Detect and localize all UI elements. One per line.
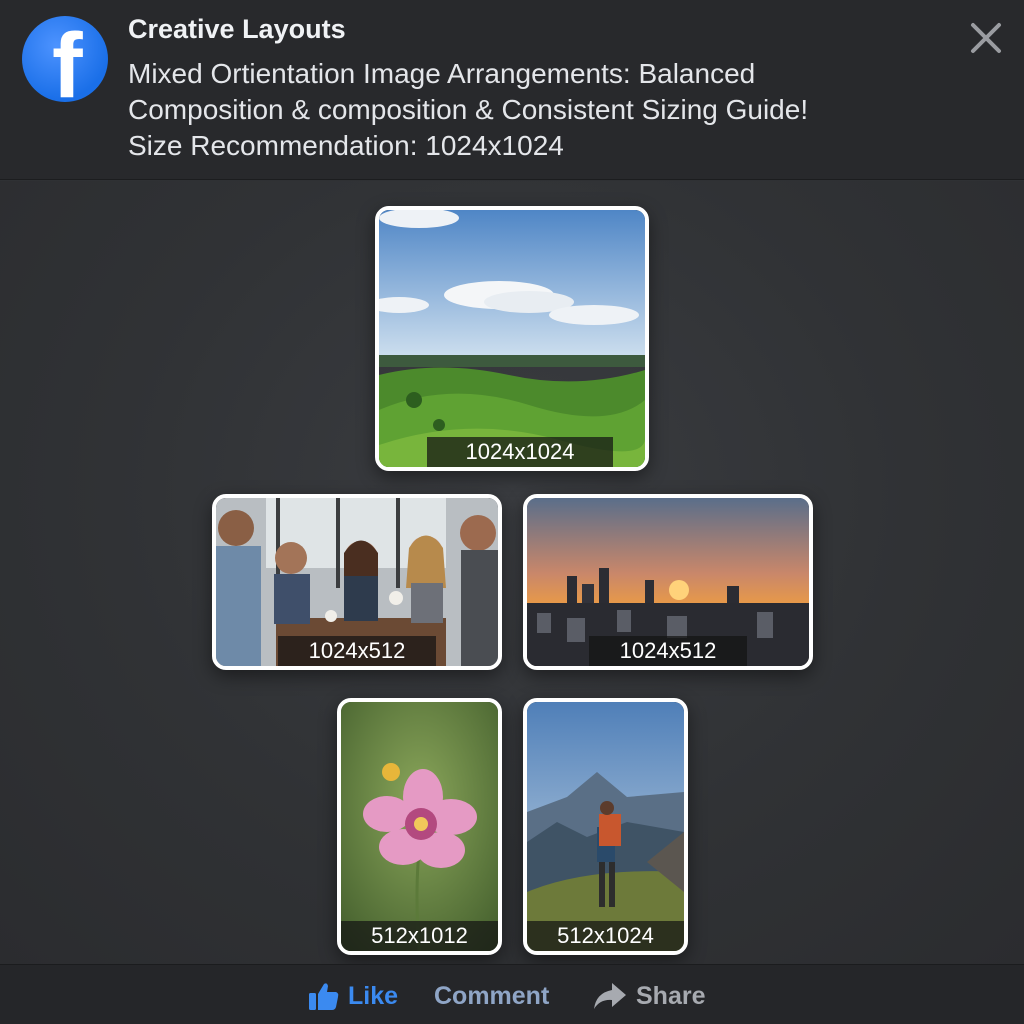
image-size-label: 512x1024 [527, 921, 684, 951]
facebook-logo-icon[interactable]: f [22, 16, 108, 102]
page-name[interactable]: Creative Layouts [128, 14, 346, 45]
gallery-image-hiker[interactable]: 512x1024 [523, 698, 688, 955]
flower-photo [341, 702, 498, 951]
logo-glyph: f [52, 16, 83, 102]
gallery-image-hills[interactable]: 1024x1024 [375, 206, 649, 471]
gallery-image-city-sunset[interactable]: 1024x512 [523, 494, 813, 670]
image-size-label: 1024x1024 [427, 437, 613, 467]
gallery-image-friends[interactable]: 1024x512 [212, 494, 502, 670]
close-button[interactable] [968, 20, 1004, 56]
post-actions-bar: Like Comment Share [0, 964, 1024, 1024]
comment-label: Comment [434, 981, 550, 1010]
image-size-label: 512x1012 [341, 921, 498, 951]
hills-photo [379, 210, 645, 467]
image-size-label: 1024x512 [589, 636, 747, 666]
image-gallery: 1024x1024 1024x512 1024x512 512x1012 512… [0, 181, 1024, 964]
share-button[interactable]: Share [592, 979, 705, 1013]
post-header: f Creative Layouts Mixed Ortientation Im… [0, 0, 1024, 180]
like-button[interactable]: Like [308, 979, 398, 1013]
hiker-photo [527, 702, 684, 951]
close-icon [971, 23, 1001, 53]
image-size-label: 1024x512 [278, 636, 436, 666]
comment-button[interactable]: Comment [434, 979, 549, 1013]
thumbs-up-icon [309, 983, 339, 1010]
post-title: Mixed Ortientation Image Arrangements: B… [128, 58, 809, 161]
like-label: Like [348, 981, 399, 1010]
gallery-image-flower[interactable]: 512x1012 [337, 698, 502, 955]
share-arrow-icon [594, 983, 626, 1009]
share-label: Share [636, 981, 706, 1010]
